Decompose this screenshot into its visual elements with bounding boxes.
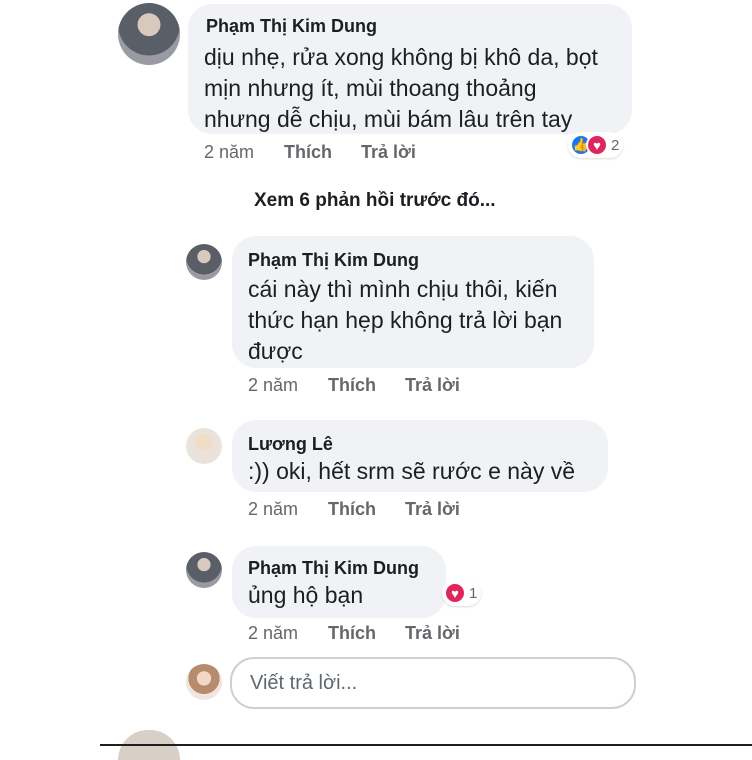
reply-bubble: Lương Lê :)) oki, hết srm sẽ rước e này … [232, 420, 608, 492]
comment-text: dịu nhẹ, rửa xong không bị khô da, bọt m… [204, 44, 598, 132]
love-reaction-icon: ♥ [444, 582, 466, 604]
avatar-reply-author[interactable] [186, 552, 222, 588]
current-user-avatar [186, 664, 222, 700]
reply-input-box[interactable] [230, 657, 636, 709]
reply-reactions[interactable]: ♥ 1 [442, 580, 482, 606]
avatar-reply-author[interactable] [186, 244, 222, 280]
reply-author-name[interactable]: Phạm Thị Kim Dung [248, 558, 419, 579]
reply-meta: 2 năm Thích Trả lời [248, 375, 460, 396]
divider [100, 744, 752, 746]
reply-text: cái này thì mình chịu thôi, kiến thức hạ… [248, 276, 563, 364]
reply-button[interactable]: Trả lời [405, 623, 460, 644]
comment-meta: 2 năm Thích Trả lời [204, 142, 416, 163]
reply-text: ủng hộ bạn [248, 582, 364, 608]
love-reaction-icon: ♥ [586, 134, 608, 156]
reply-time[interactable]: 2 năm [248, 375, 328, 396]
like-button[interactable]: Thích [284, 142, 361, 163]
comment-author-name[interactable]: Phạm Thị Kim Dung [206, 16, 377, 37]
comment-reactions[interactable]: 👍 ♥ 2 [568, 132, 624, 158]
like-button[interactable]: Thích [328, 623, 405, 644]
reply-meta: 2 năm Thích Trả lời [248, 499, 460, 520]
reply-button[interactable]: Trả lời [361, 142, 416, 163]
reply-button[interactable]: Trả lời [405, 375, 460, 396]
reply-meta: 2 năm Thích Trả lời [248, 623, 460, 644]
reply-bubble: Phạm Thị Kim Dung ủng hộ bạn [232, 546, 446, 618]
reply-bubble: Phạm Thị Kim Dung cái này thì mình chịu … [232, 236, 594, 368]
reply-text: :)) oki, hết srm sẽ rước e này về [248, 458, 576, 484]
reaction-count: 1 [469, 584, 478, 602]
reaction-count: 2 [611, 136, 620, 154]
reply-time[interactable]: 2 năm [248, 623, 328, 644]
view-previous-replies-link[interactable]: Xem 6 phản hồi trước đó... [254, 190, 496, 212]
like-button[interactable]: Thích [328, 375, 405, 396]
reply-time[interactable]: 2 năm [248, 499, 328, 520]
comment-time[interactable]: 2 năm [204, 142, 284, 163]
reply-author-name[interactable]: Lương Lê [248, 434, 333, 455]
like-button[interactable]: Thích [328, 499, 405, 520]
avatar-reply-author[interactable] [186, 428, 222, 464]
reply-input[interactable] [232, 659, 634, 707]
reply-author-name[interactable]: Phạm Thị Kim Dung [248, 250, 419, 271]
reply-button[interactable]: Trả lời [405, 499, 460, 520]
avatar-comment-author[interactable] [118, 3, 180, 65]
comment-bubble: Phạm Thị Kim Dung dịu nhẹ, rửa xong khôn… [188, 4, 632, 134]
